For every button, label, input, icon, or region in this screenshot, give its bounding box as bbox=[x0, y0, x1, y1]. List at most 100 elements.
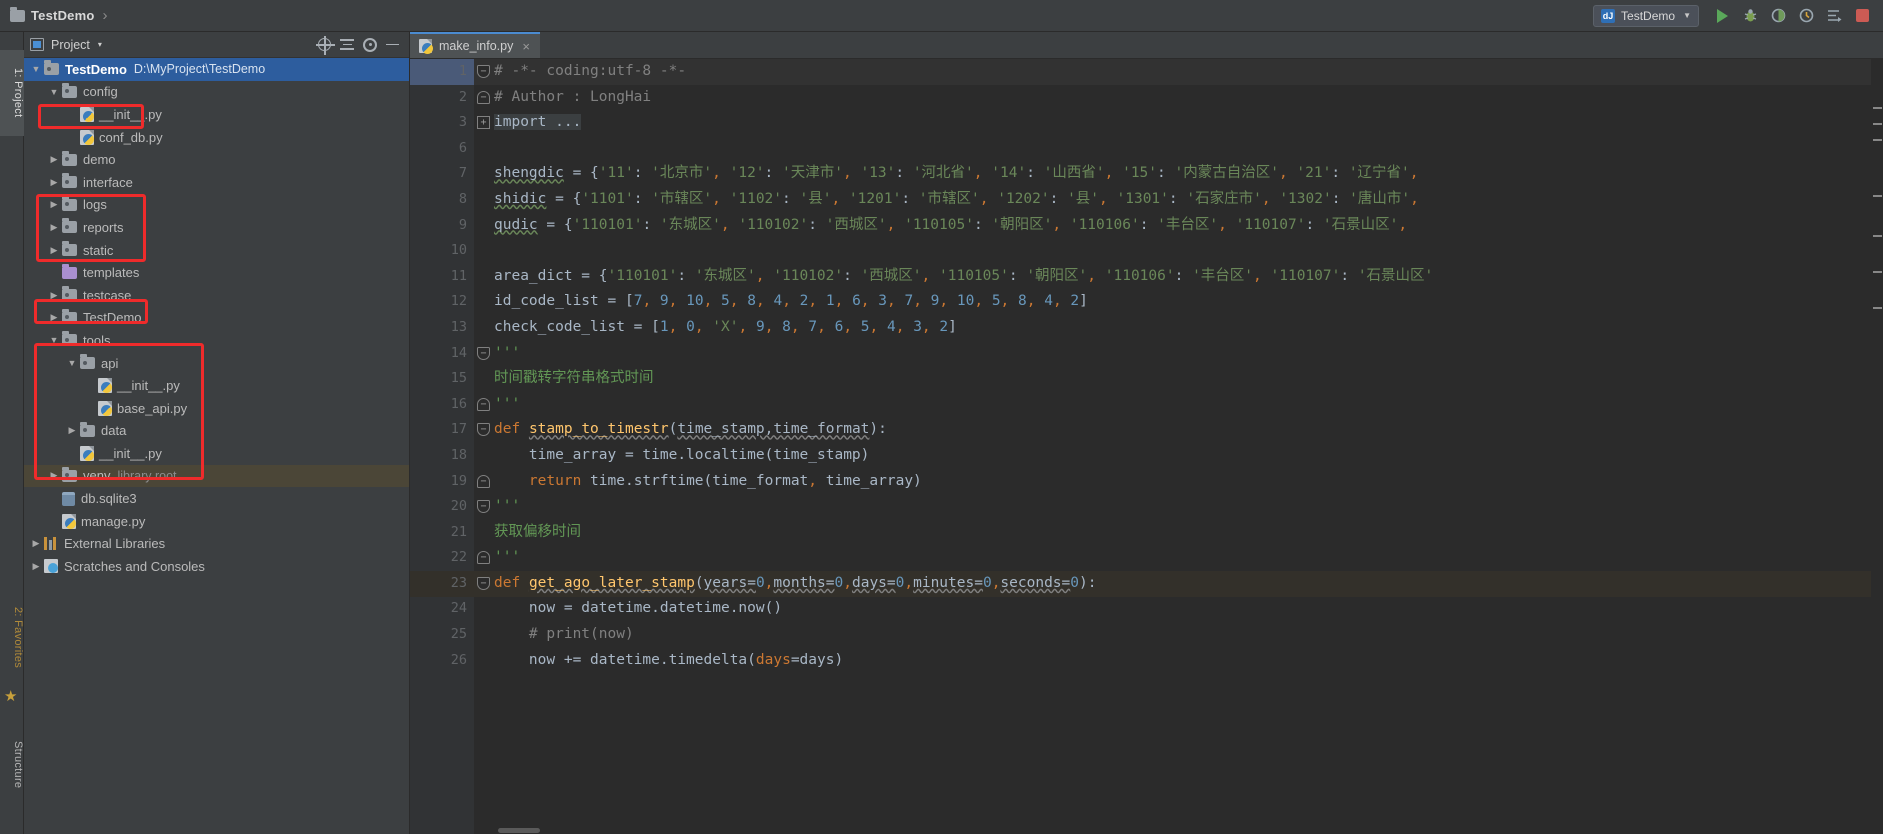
tree-item-subtext: library root bbox=[117, 468, 177, 483]
tree-item-external-libraries[interactable]: ▶ External Libraries bbox=[24, 532, 409, 555]
collapse-fold-icon[interactable]: − bbox=[477, 397, 490, 411]
chevron-right-icon[interactable]: ▶ bbox=[46, 154, 62, 165]
code-line: 24 now = datetime.datetime.now() bbox=[410, 596, 1883, 622]
line-number: 1 bbox=[458, 63, 467, 79]
run-configuration-selector[interactable]: dJ TestDemo ▼ bbox=[1593, 4, 1699, 27]
chevron-right-icon[interactable]: ▶ bbox=[28, 561, 44, 572]
tree-item-db-sqlite3[interactable]: db.sqlite3 bbox=[24, 487, 409, 510]
tree-item-api[interactable]: ▼ api bbox=[24, 352, 409, 375]
code-token: , bbox=[729, 293, 748, 310]
code-token: , bbox=[1218, 216, 1236, 233]
line-number: 15 bbox=[450, 370, 467, 387]
sidebar-item-structure[interactable]: Structure bbox=[0, 722, 24, 808]
collapse-fold-icon[interactable]: − bbox=[477, 474, 490, 488]
code-token: '110105' bbox=[904, 216, 974, 233]
chevron-down-icon[interactable]: ▼ bbox=[46, 335, 62, 345]
code-token: '西城区' bbox=[825, 216, 887, 233]
chevron-right-icon[interactable]: ▶ bbox=[28, 538, 44, 549]
chevron-right-icon[interactable]: ▶ bbox=[64, 425, 80, 436]
chevron-right-icon[interactable]: ▶ bbox=[46, 222, 62, 233]
profile-button[interactable] bbox=[1793, 3, 1819, 29]
code-token: , bbox=[886, 216, 905, 233]
tree-item-base-api-py[interactable]: base_api.py bbox=[24, 397, 409, 420]
code-editor[interactable]: 1− # -*- coding:utf-8 -*- 2− # Author : Lon… bbox=[410, 59, 1883, 834]
breadcrumb[interactable]: TestDemo › bbox=[0, 0, 107, 31]
code-token: 6 bbox=[834, 318, 844, 335]
code-text: # Author : LongHai bbox=[494, 85, 651, 111]
tree-item-templates[interactable]: templates bbox=[24, 261, 409, 284]
collapse-fold-icon[interactable]: − bbox=[477, 576, 490, 590]
run-with-coverage-button[interactable] bbox=[1765, 3, 1791, 29]
tree-item--init-py[interactable]: __init__.py bbox=[24, 442, 409, 465]
tree-item-static[interactable]: ▶ static bbox=[24, 239, 409, 262]
project-tree[interactable]: ▼ TestDemo D:\MyProject\TestDemo ▼ config __… bbox=[24, 58, 409, 834]
collapse-fold-icon[interactable]: − bbox=[477, 500, 490, 514]
tree-item-testcase[interactable]: ▶ testcase bbox=[24, 284, 409, 307]
tree-item--init-py[interactable]: __init__.py bbox=[24, 103, 409, 126]
code-token: '内蒙古自治区' bbox=[1174, 165, 1279, 182]
tree-item-config[interactable]: ▼ config bbox=[24, 81, 409, 104]
project-panel-header: Project ▾ bbox=[24, 32, 409, 58]
collapse-fold-icon[interactable]: − bbox=[477, 423, 490, 437]
tree-item-demo[interactable]: ▶ demo bbox=[24, 148, 409, 171]
locate-icon[interactable] bbox=[316, 36, 335, 55]
editor-marker-bar[interactable] bbox=[1871, 59, 1883, 834]
code-token: minutes= bbox=[913, 574, 983, 591]
run-config-label: TestDemo bbox=[1621, 8, 1676, 23]
stop-button[interactable] bbox=[1849, 3, 1875, 29]
expand-fold-icon[interactable]: + bbox=[477, 116, 490, 130]
chevron-down-icon[interactable]: ▼ bbox=[28, 64, 44, 74]
tree-item-interface[interactable]: ▶ interface bbox=[24, 171, 409, 194]
close-icon[interactable]: × bbox=[522, 39, 530, 54]
hide-icon[interactable] bbox=[386, 43, 399, 46]
tree-item-logs[interactable]: ▶ logs bbox=[24, 194, 409, 217]
chevron-down-icon[interactable]: ▼ bbox=[64, 358, 80, 368]
project-tree-scrollbar[interactable] bbox=[405, 32, 409, 808]
line-number: 20 bbox=[450, 498, 467, 515]
tree-item-reports[interactable]: ▶ reports bbox=[24, 216, 409, 239]
collapse-all-icon[interactable] bbox=[340, 38, 354, 51]
code-token: : bbox=[782, 190, 800, 207]
tab-make-info-py[interactable]: make_info.py × bbox=[410, 32, 540, 58]
tree-item--init-py[interactable]: __init__.py bbox=[24, 374, 409, 397]
tree-item-testdemo[interactable]: ▶ TestDemo bbox=[24, 307, 409, 330]
collapse-fold-icon[interactable]: − bbox=[477, 551, 490, 565]
chevron-right-icon[interactable]: ▶ bbox=[46, 312, 62, 323]
collapse-fold-icon[interactable]: − bbox=[477, 65, 490, 78]
tree-item-conf-db-py[interactable]: conf_db.py bbox=[24, 126, 409, 149]
tree-item-scratches-and-consoles[interactable]: ▶ Scratches and Consoles bbox=[24, 555, 409, 578]
code-token: , bbox=[1026, 293, 1045, 310]
tree-item-manage-py[interactable]: manage.py bbox=[24, 510, 409, 533]
code-token: 5 bbox=[721, 293, 730, 310]
collapse-fold-icon[interactable]: − bbox=[477, 346, 490, 360]
code-token: # print(now) bbox=[494, 626, 634, 643]
sidebar-item-project[interactable]: 1: Project bbox=[0, 50, 24, 136]
code-line: 12 id_code_list = [7, 9, 10, 5, 8, 4, 2, … bbox=[410, 289, 1883, 315]
tree-item-testdemo[interactable]: ▼ TestDemo D:\MyProject\TestDemo bbox=[24, 58, 409, 81]
breadcrumb-separator-icon: › bbox=[102, 7, 108, 24]
scrollbar-thumb[interactable] bbox=[498, 828, 540, 833]
chevron-right-icon[interactable]: ▶ bbox=[46, 199, 62, 210]
tree-item-tools[interactable]: ▼ tools bbox=[24, 329, 409, 352]
chevron-right-icon[interactable]: ▶ bbox=[46, 177, 62, 188]
editor-horizontal-scrollbar[interactable] bbox=[494, 827, 1883, 834]
code-token: , bbox=[1052, 216, 1070, 233]
run-button[interactable] bbox=[1709, 3, 1735, 29]
chevron-right-icon[interactable]: ▶ bbox=[46, 470, 62, 481]
code-token: = bbox=[537, 216, 564, 233]
code-token: , bbox=[842, 165, 861, 182]
collapse-fold-icon[interactable]: − bbox=[477, 90, 490, 104]
sidebar-item-favorites[interactable]: 2: Favorites bbox=[0, 592, 24, 684]
services-button[interactable] bbox=[1821, 3, 1847, 29]
debug-button[interactable] bbox=[1737, 3, 1763, 29]
chevron-down-icon[interactable]: ▼ bbox=[46, 87, 62, 97]
code-token: '石景山区' bbox=[1322, 216, 1399, 233]
chevron-right-icon[interactable]: ▶ bbox=[46, 290, 62, 301]
settings-gear-icon[interactable] bbox=[363, 37, 377, 52]
chevron-down-icon[interactable]: ▾ bbox=[98, 40, 102, 49]
chevron-right-icon[interactable]: ▶ bbox=[46, 245, 62, 256]
tree-item-data[interactable]: ▶ data bbox=[24, 420, 409, 443]
python-file-icon bbox=[98, 378, 112, 394]
tree-item-venv[interactable]: ▶ venv library root bbox=[24, 464, 409, 488]
